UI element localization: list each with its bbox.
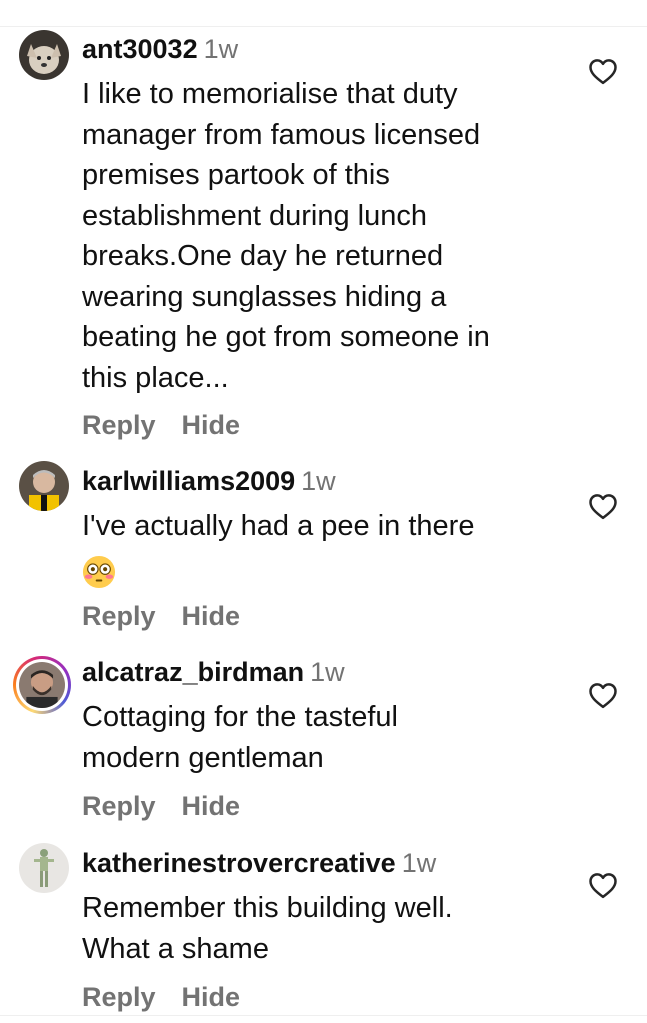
- comment-time: 1w: [310, 657, 345, 687]
- comment-line: this place...: [82, 361, 229, 394]
- comment-text: Cottaging for the tasteful modern gentle…: [82, 697, 572, 778]
- comment-line: What a shame: [82, 932, 269, 965]
- hide-button[interactable]: Hide: [182, 409, 241, 441]
- username-link[interactable]: karlwilliams2009: [82, 466, 295, 496]
- figure-avatar-icon: [19, 843, 69, 893]
- comment-emoji-line: [82, 547, 572, 591]
- username-link[interactable]: katherinestrovercreative: [82, 848, 396, 878]
- comment-actions: Reply Hide: [82, 409, 240, 441]
- avatar[interactable]: [19, 843, 69, 893]
- comment-line: beating he got from someone in: [82, 321, 490, 353]
- heart-outline-icon[interactable]: [588, 57, 618, 85]
- comment-header: katherinestrovercreative 1w: [82, 847, 436, 879]
- comment-line: I like to memorialise that duty: [82, 78, 458, 110]
- reply-button[interactable]: Reply: [82, 790, 156, 822]
- comment-text: Remember this building well. What a sham…: [82, 888, 572, 969]
- reply-button[interactable]: Reply: [82, 600, 156, 632]
- comment-line: manager from famous licensed: [82, 118, 481, 151]
- man-beard-avatar-icon: [19, 662, 65, 708]
- comment-line: modern gentleman: [82, 741, 324, 774]
- comment-line: wearing sunglasses hiding a: [82, 280, 447, 313]
- comment-line: Cottaging for the tasteful: [82, 701, 398, 733]
- comment-time: 1w: [301, 466, 336, 496]
- comment-actions: Reply Hide: [82, 790, 240, 822]
- comment-text: I like to memorialise that duty manager …: [82, 74, 572, 398]
- avatar[interactable]: [19, 461, 69, 511]
- top-divider: [0, 26, 647, 27]
- heart-outline-icon[interactable]: [588, 492, 618, 520]
- dog-avatar-icon: [19, 30, 69, 80]
- comment-line: I've actually had a pee in there: [82, 510, 475, 542]
- hide-button[interactable]: Hide: [182, 981, 241, 1013]
- reply-button[interactable]: Reply: [82, 409, 156, 441]
- flushed-face-emoji: [82, 555, 116, 588]
- avatar[interactable]: [19, 30, 69, 80]
- bottom-divider: [0, 1015, 647, 1016]
- username-link[interactable]: alcatraz_birdman: [82, 657, 304, 687]
- comment-time: 1w: [401, 848, 437, 878]
- story-ring-icon: [16, 659, 68, 711]
- hide-button[interactable]: Hide: [182, 790, 241, 822]
- comment-line: premises partook of this: [82, 159, 390, 191]
- comment-actions: Reply Hide: [82, 600, 240, 632]
- comment-line: breaks.One day he returned: [82, 240, 444, 272]
- hide-button[interactable]: Hide: [182, 600, 241, 632]
- comment-line: Remember this building well.: [82, 892, 453, 924]
- comment-text: I've actually had a pee in there: [82, 506, 572, 591]
- heart-outline-icon[interactable]: [588, 871, 618, 899]
- comment-line: establishment during lunch: [82, 199, 427, 232]
- comment-time: 1w: [203, 34, 239, 64]
- comment-actions: Reply Hide: [82, 981, 240, 1013]
- comment-header: ant30032 1w: [82, 33, 238, 65]
- comment-header: karlwilliams2009 1w: [82, 465, 336, 497]
- man-avatar-icon: [19, 461, 69, 511]
- reply-button[interactable]: Reply: [82, 981, 156, 1013]
- avatar[interactable]: [13, 656, 71, 714]
- comment-header: alcatraz_birdman 1w: [82, 656, 345, 688]
- heart-outline-icon[interactable]: [588, 681, 618, 709]
- username-link[interactable]: ant30032: [82, 34, 198, 64]
